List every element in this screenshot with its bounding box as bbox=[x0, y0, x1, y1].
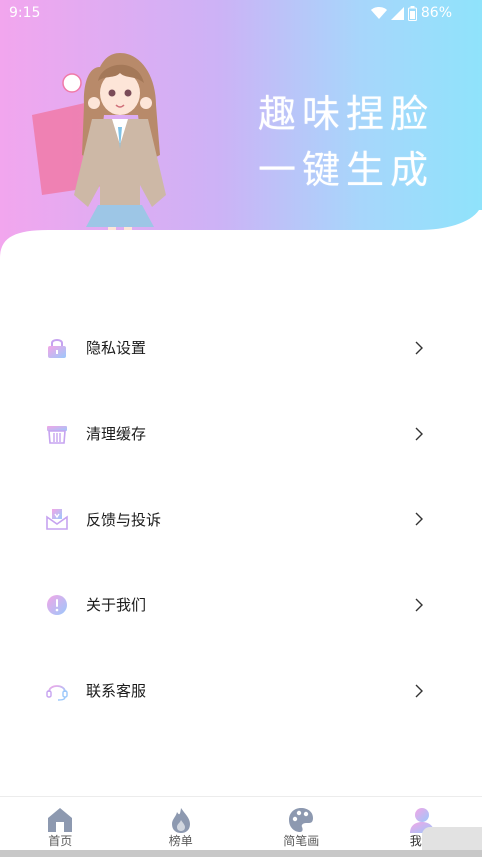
slogan-line-2: 一键生成 bbox=[257, 148, 434, 192]
menu-label-feedback: 反馈与投诉 bbox=[86, 510, 162, 529]
chevron-right-icon bbox=[415, 512, 423, 526]
status-bar: 9:15 86% bbox=[0, 0, 482, 28]
palette-icon bbox=[289, 808, 314, 832]
status-icons: 86% bbox=[370, 5, 452, 21]
menu-item-about[interactable]: 关于我们 bbox=[0, 562, 482, 648]
tab-home[interactable]: 首页 bbox=[0, 797, 121, 857]
chevron-right-icon bbox=[415, 684, 423, 698]
chevron-right-icon bbox=[415, 341, 423, 355]
menu-item-clear-cache[interactable]: 清理缓存 bbox=[0, 391, 482, 477]
lock-icon bbox=[46, 337, 68, 359]
tab-label-ranking: 榜单 bbox=[168, 834, 193, 848]
menu-item-customer-service[interactable]: 联系客服 bbox=[0, 648, 482, 734]
wifi-icon bbox=[370, 7, 387, 19]
chevron-right-icon bbox=[415, 427, 423, 441]
anime-girl-illustration bbox=[32, 53, 166, 235]
bottom-tab-bar: 首页 榜单 简笔画 我的 bbox=[0, 796, 482, 857]
slogan-line-1: 趣味捏脸 bbox=[257, 92, 434, 136]
tab-sketch[interactable]: 简笔画 bbox=[241, 797, 362, 857]
mail-icon bbox=[46, 508, 68, 531]
menu-label-about: 关于我们 bbox=[86, 596, 147, 615]
menu-label-customer-service: 联系客服 bbox=[86, 682, 147, 701]
info-icon bbox=[46, 594, 68, 616]
home-icon bbox=[48, 808, 73, 832]
menu-label-clear-cache: 清理缓存 bbox=[86, 425, 147, 444]
system-navigation-bar bbox=[0, 850, 482, 857]
tab-ranking[interactable]: 榜单 bbox=[121, 797, 242, 857]
tab-label-sketch: 简笔画 bbox=[283, 834, 320, 848]
settings-menu: 隐私设置 清理缓存 反馈与投诉 关于我们 联系客服 bbox=[0, 305, 482, 733]
content-bg bbox=[0, 275, 482, 305]
signal-icon bbox=[390, 6, 404, 20]
menu-label-privacy: 隐私设置 bbox=[86, 339, 147, 358]
headset-icon bbox=[46, 680, 68, 702]
broom-icon bbox=[46, 423, 68, 445]
chevron-right-icon bbox=[415, 598, 423, 612]
battery-percent: 86% bbox=[420, 5, 452, 21]
status-time: 9:15 bbox=[9, 5, 41, 21]
battery-icon bbox=[407, 5, 417, 21]
menu-item-privacy[interactable]: 隐私设置 bbox=[0, 305, 482, 391]
tab-label-home: 首页 bbox=[48, 834, 73, 848]
menu-item-feedback[interactable]: 反馈与投诉 bbox=[0, 476, 482, 562]
fire-icon bbox=[171, 808, 190, 833]
hero-curve bbox=[0, 210, 482, 280]
